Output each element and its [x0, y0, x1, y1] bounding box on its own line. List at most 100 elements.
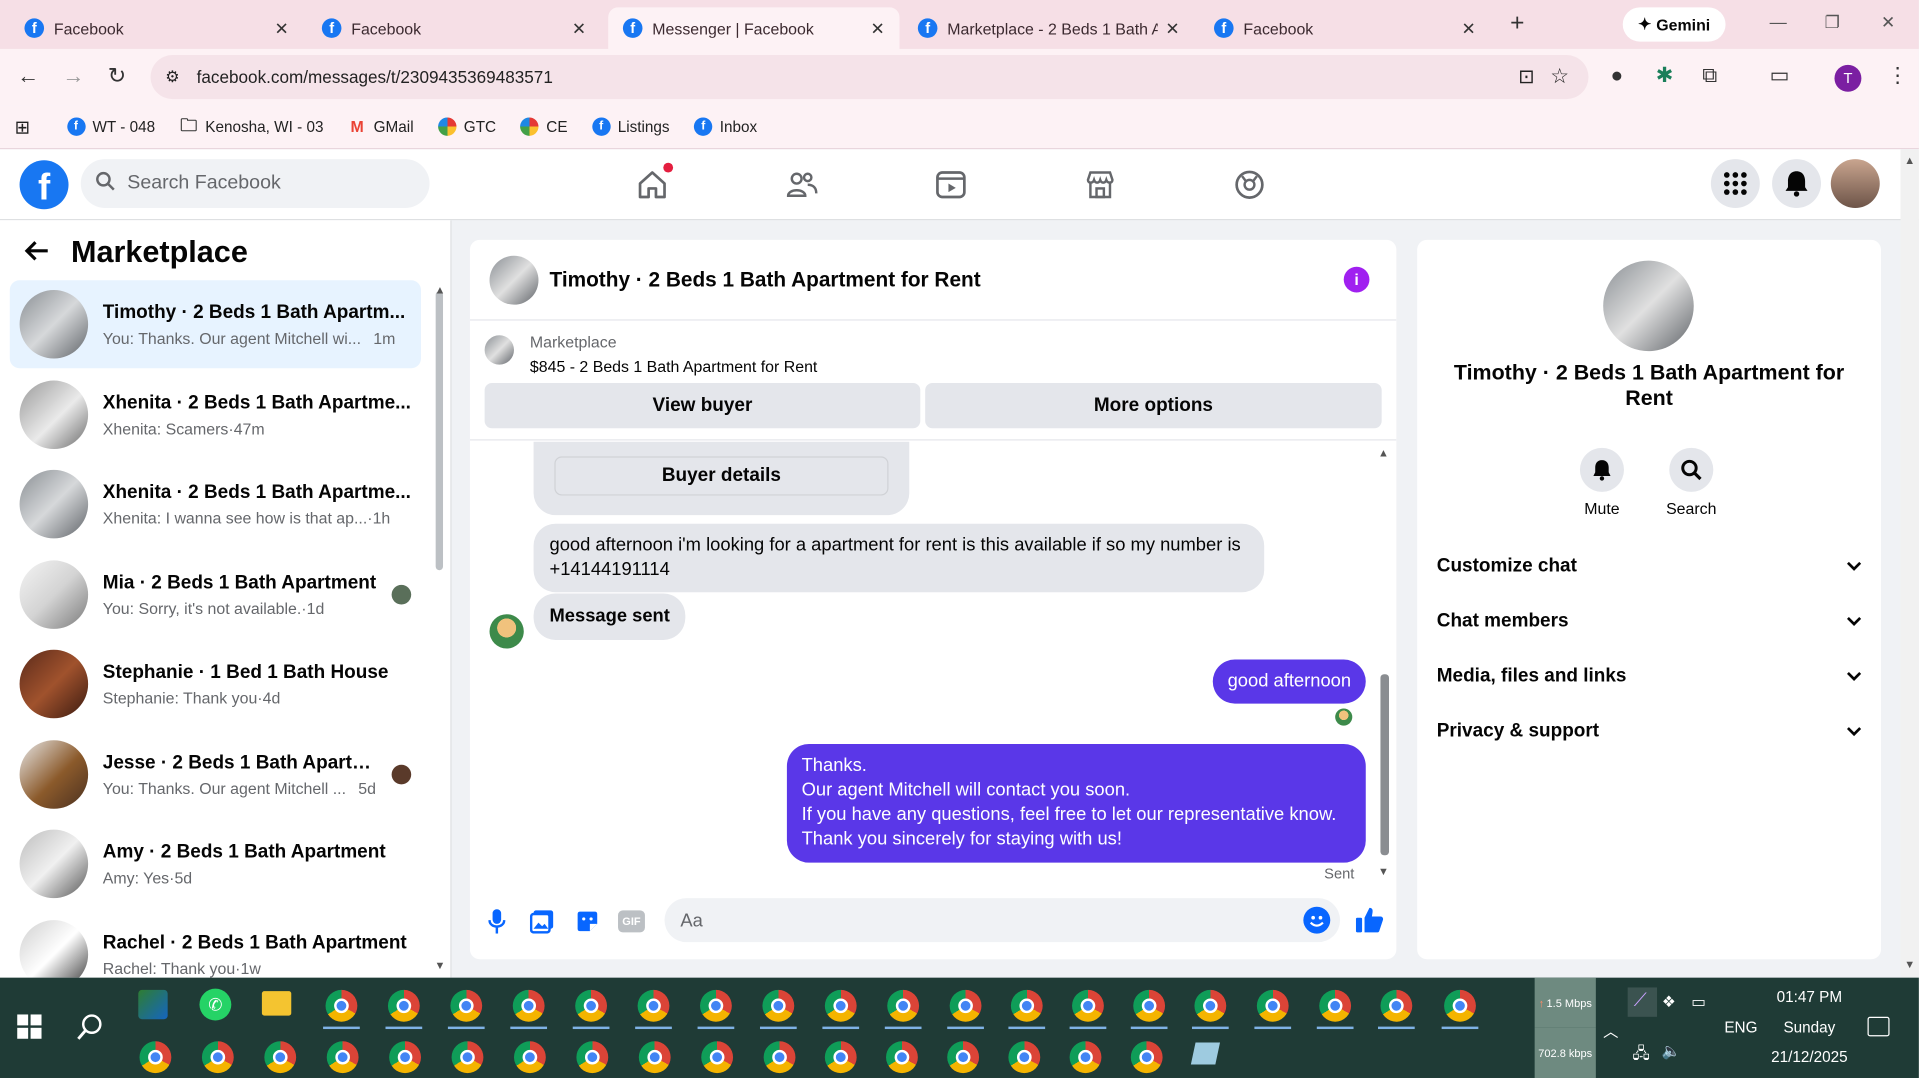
chrome-taskbar-icon[interactable] — [947, 1041, 980, 1074]
listing-thumbnail[interactable] — [484, 335, 514, 365]
chat-title[interactable]: Timothy · 2 Beds 1 Bath Apartment for Re… — [549, 267, 980, 291]
facebook-logo[interactable]: f — [19, 160, 69, 210]
chrome-taskbar-icon[interactable] — [512, 989, 545, 1022]
chrome-taskbar-icon[interactable] — [451, 1041, 484, 1074]
media-files-section[interactable]: Media, files and links — [1437, 658, 1862, 695]
chrome-taskbar-icon[interactable] — [389, 1041, 421, 1074]
bookmark-inbox[interactable]: f Inbox — [694, 117, 757, 136]
close-tab-icon[interactable]: ✕ — [572, 18, 586, 39]
back-icon[interactable]: ← — [17, 64, 39, 90]
chrome-taskbar-icon[interactable] — [387, 989, 420, 1022]
install-app-icon[interactable]: ⊡ — [1518, 65, 1534, 89]
chat-avatar[interactable] — [489, 255, 539, 305]
sticker-icon[interactable] — [574, 908, 601, 935]
chrome-taskbar-icon[interactable] — [1256, 989, 1289, 1022]
close-window-icon[interactable]: ✕ — [1881, 12, 1895, 33]
chat-scrollbar[interactable] — [1380, 674, 1390, 856]
chrome-taskbar-icon[interactable] — [886, 1041, 918, 1074]
scroll-down-icon[interactable]: ▼ — [434, 959, 445, 971]
forward-icon[interactable]: → — [62, 64, 84, 90]
chat-members-section[interactable]: Chat members — [1437, 603, 1862, 640]
chrome-taskbar-icon[interactable] — [139, 1041, 172, 1074]
page-scrollbar[interactable]: ▲ ▼ — [1900, 149, 1919, 978]
chrome-taskbar-icon[interactable] — [1444, 989, 1476, 1022]
back-arrow-icon[interactable] — [24, 236, 48, 270]
conversation-item[interactable]: Mia · 2 Beds 1 Bath Apartment You: Sorry… — [10, 551, 421, 639]
new-tab-button[interactable]: + — [1510, 10, 1524, 38]
gif-icon[interactable]: GIF — [618, 910, 645, 933]
language-indicator[interactable]: ENG — [1724, 1019, 1757, 1036]
browser-profile-avatar[interactable]: T — [1834, 64, 1862, 92]
close-tab-icon[interactable]: ✕ — [870, 18, 884, 39]
photo-icon[interactable] — [529, 908, 556, 935]
listing-detail[interactable]: $845 - 2 Beds 1 Bath Apartment for Rent — [530, 357, 817, 375]
close-tab-icon[interactable]: ✕ — [1165, 18, 1179, 39]
bookmark-ce[interactable]: CE — [520, 117, 568, 136]
conversation-item[interactable]: Jesse · 2 Beds 1 Bath Apartment You: Tha… — [10, 730, 421, 818]
clock-time[interactable]: 01:47 PM — [1770, 989, 1850, 1006]
browser-tab-4[interactable]: f Marketplace - 2 Beds 1 Bath Ap ✕ — [903, 7, 1194, 49]
chrome-taskbar-icon[interactable] — [763, 1041, 796, 1074]
bookmark-listings[interactable]: f Listings — [592, 117, 670, 136]
chrome-taskbar-icon[interactable] — [575, 989, 608, 1022]
like-thumb-icon[interactable] — [1354, 904, 1386, 936]
conversation-item[interactable]: Timothy · 2 Beds 1 Bath Apartm... You: T… — [9, 280, 421, 369]
network-icon[interactable]: 🖧 — [1633, 1043, 1650, 1069]
reload-icon[interactable]: ↻ — [108, 64, 126, 90]
chrome-taskbar-icon[interactable] — [326, 1041, 359, 1074]
mute-button[interactable]: Mute — [1553, 447, 1651, 518]
puzzle-icon[interactable]: ⧉ — [1702, 64, 1717, 88]
bookmark-gmail[interactable]: M GMail — [348, 117, 414, 135]
browser-tab-5[interactable]: f Facebook ✕ — [1199, 7, 1490, 49]
more-options-button[interactable]: More options — [925, 382, 1382, 429]
microphone-icon[interactable] — [483, 908, 510, 935]
apps-grid-icon[interactable]: ⊞ — [15, 116, 30, 138]
view-buyer-button[interactable]: View buyer — [484, 382, 921, 429]
taskbar-search-icon[interactable] — [76, 1012, 105, 1047]
chrome-taskbar-icon[interactable] — [201, 1041, 234, 1074]
file-explorer-icon[interactable] — [261, 991, 292, 1016]
gemini-button[interactable]: ✦ Gemini — [1622, 7, 1726, 42]
chrome-taskbar-icon[interactable] — [1130, 1041, 1163, 1074]
bookmark-gtc[interactable]: GTC — [438, 117, 496, 136]
chrome-taskbar-icon[interactable] — [576, 1041, 609, 1074]
bookmark-star-icon[interactable]: ☆ — [1550, 65, 1569, 89]
close-tab-icon[interactable]: ✕ — [1462, 18, 1476, 39]
app-icon[interactable] — [138, 989, 168, 1020]
chrome-taskbar-icon[interactable] — [1008, 1041, 1041, 1074]
menu-dots-icon[interactable]: ⋮ — [1887, 64, 1908, 88]
browser-tab-2[interactable]: f Facebook ✕ — [307, 7, 601, 49]
bookmark-wt-048[interactable]: f WT - 048 — [66, 117, 155, 136]
address-bar[interactable]: ⚙ facebook.com/messages/t/23094353694835… — [150, 55, 1589, 100]
chrome-taskbar-icon[interactable] — [887, 989, 920, 1022]
close-tab-icon[interactable]: ✕ — [274, 18, 288, 39]
show-hidden-icons[interactable]: ︿ — [1603, 1018, 1618, 1041]
chrome-taskbar-icon[interactable] — [1319, 989, 1352, 1022]
minimize-icon[interactable]: — — [1770, 12, 1787, 32]
windows-start-icon[interactable] — [17, 1014, 42, 1045]
emoji-icon[interactable] — [1303, 906, 1331, 934]
scroll-up-icon[interactable]: ▲ — [1904, 154, 1915, 166]
chrome-taskbar-icon[interactable] — [637, 989, 670, 1022]
pen-icon[interactable]: ⟋ — [1627, 987, 1658, 1017]
menu-grid-icon[interactable] — [1710, 159, 1760, 209]
chrome-taskbar-icon[interactable] — [1010, 989, 1043, 1022]
chrome-taskbar-icon[interactable] — [824, 1041, 857, 1074]
conversation-item[interactable]: Xhenita · 2 Beds 1 Bath Apartme... Xheni… — [10, 371, 421, 459]
chrome-taskbar-icon[interactable] — [450, 989, 483, 1022]
friends-nav-icon[interactable] — [775, 162, 829, 208]
extension-icon[interactable]: ✱ — [1656, 64, 1673, 88]
scroll-up-icon[interactable]: ▲ — [434, 284, 445, 296]
search-in-chat-button[interactable]: Search — [1642, 447, 1740, 518]
scroll-down-icon[interactable]: ▼ — [1904, 958, 1915, 970]
site-settings-icon[interactable]: ⚙ — [165, 67, 179, 87]
sender-avatar[interactable] — [489, 614, 524, 649]
bell-icon[interactable] — [1772, 159, 1822, 209]
bookmark-kenosha[interactable]: 🗀 Kenosha, WI - 03 — [180, 114, 323, 135]
chrome-taskbar-icon[interactable] — [1069, 1041, 1102, 1074]
app-icon[interactable] — [1190, 1042, 1221, 1065]
gaming-nav-icon[interactable] — [1223, 162, 1277, 208]
chrome-taskbar-icon[interactable] — [1072, 989, 1104, 1022]
cookie-extension-icon[interactable]: ● — [1611, 64, 1624, 88]
notification-center-icon[interactable] — [1867, 1016, 1890, 1037]
